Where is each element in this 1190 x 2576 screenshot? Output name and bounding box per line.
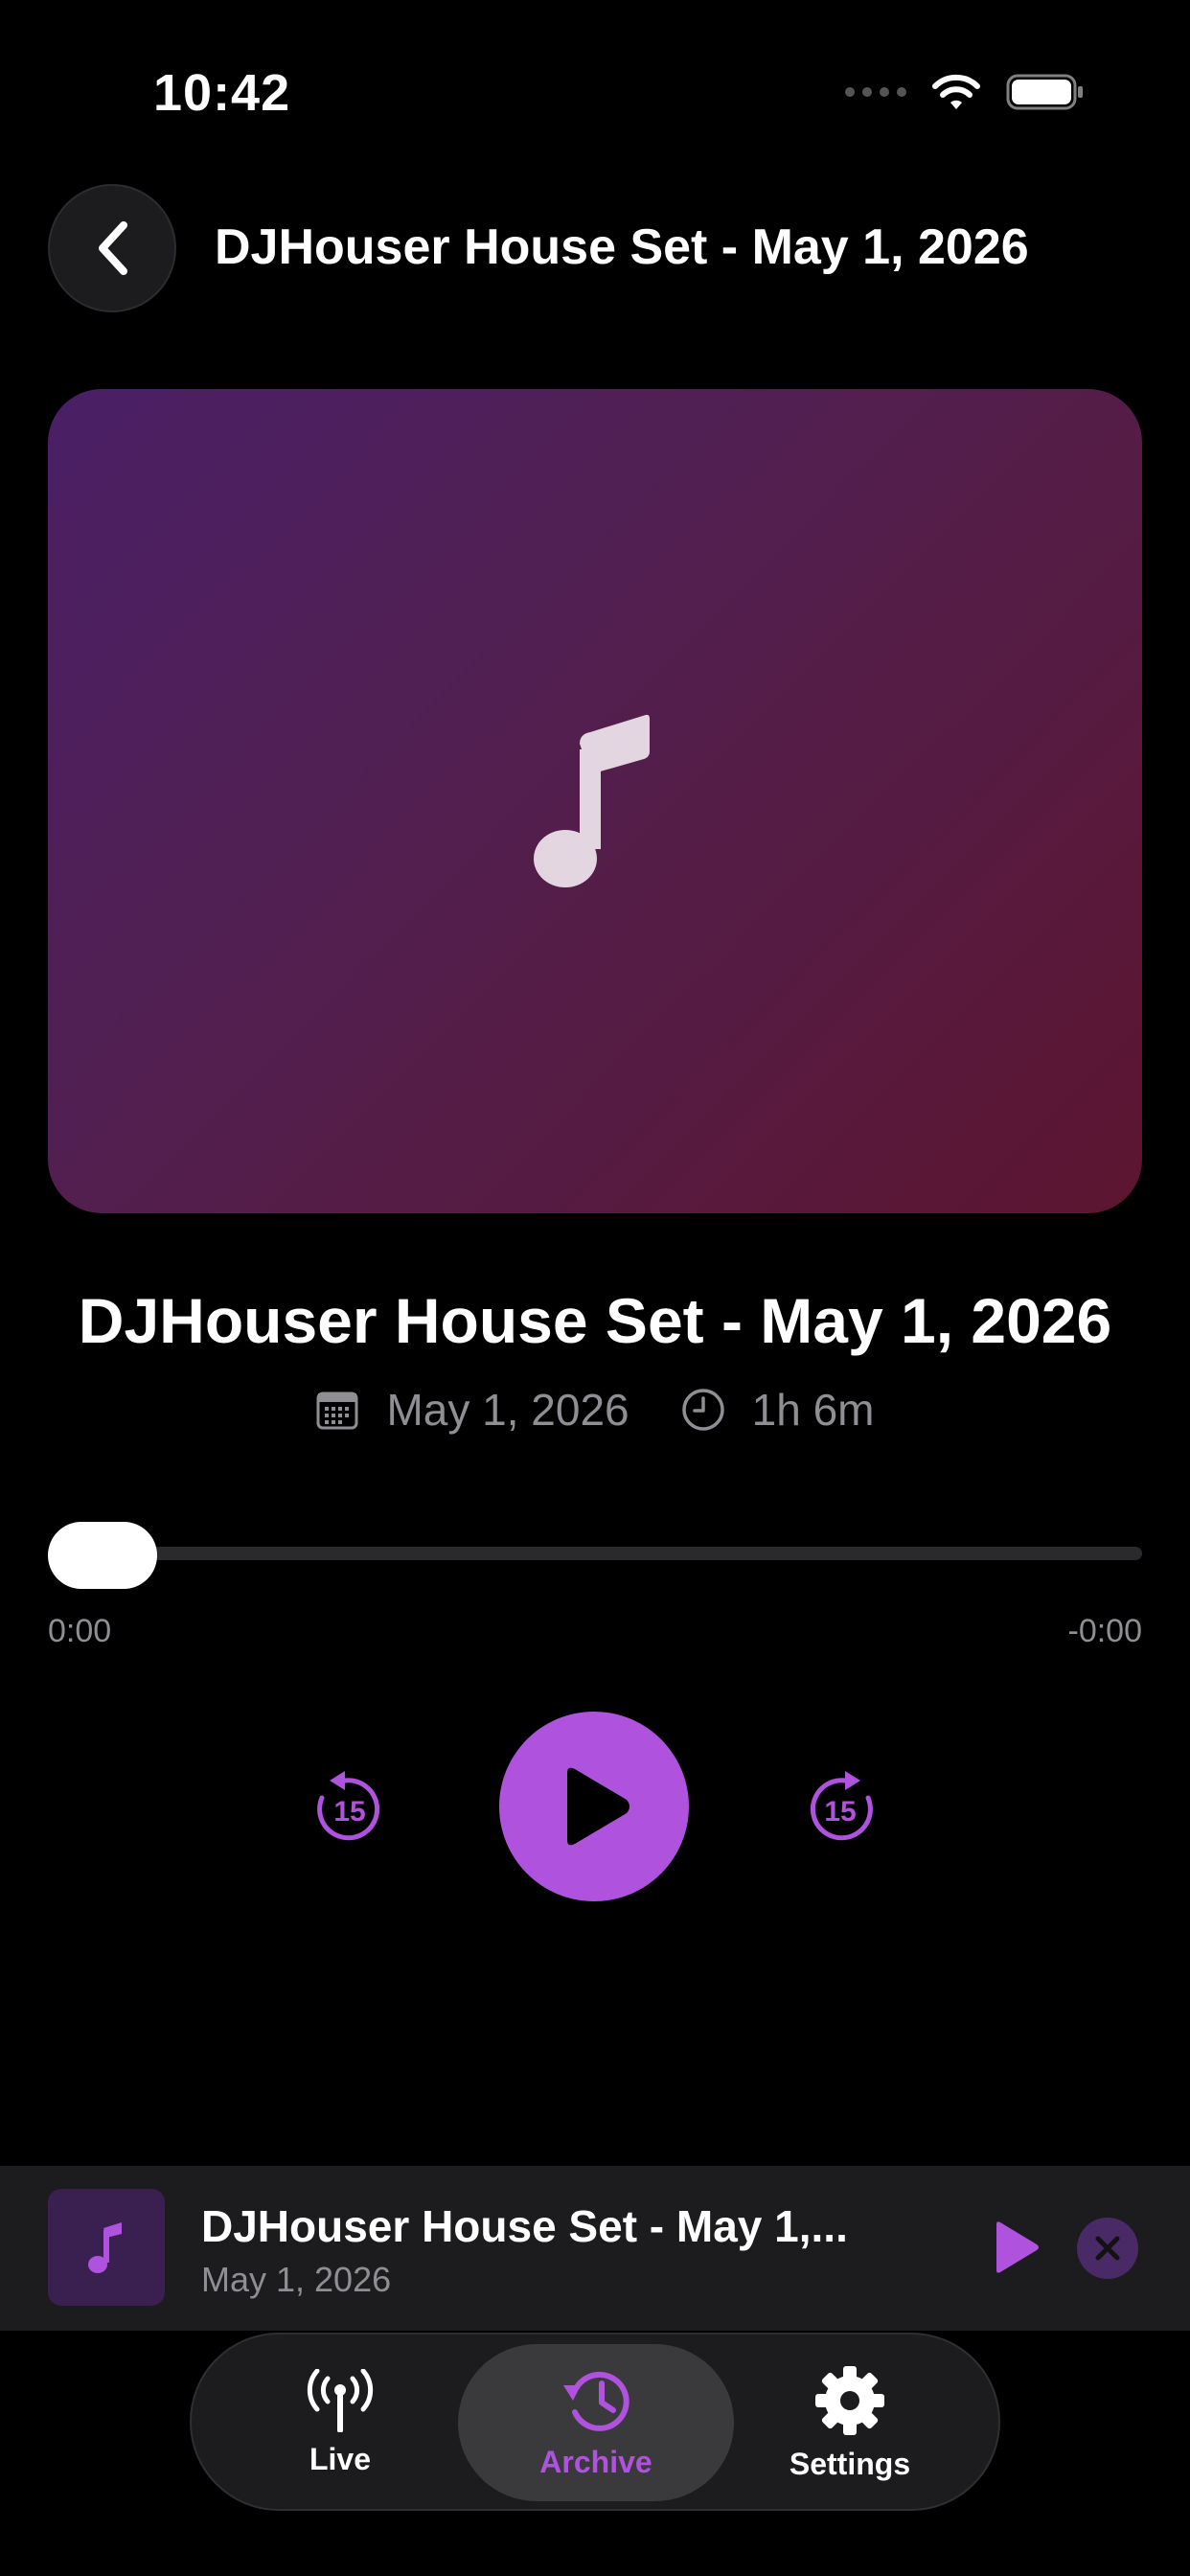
progress-thumb[interactable] [48, 1522, 157, 1589]
clock-icon [681, 1389, 724, 1431]
track-date: May 1, 2026 [386, 1385, 629, 1435]
elapsed-time: 0:00 [48, 1613, 112, 1649]
broadcast-icon [307, 2368, 374, 2432]
chevron-left-icon [99, 221, 127, 275]
calendar-icon [316, 1392, 358, 1430]
back-button[interactable] [48, 184, 176, 312]
track-meta: May 1, 2026 1h 6m [0, 1384, 1190, 1436]
remaining-time: -0:00 [1067, 1613, 1143, 1649]
tab-archive-label: Archive [539, 2444, 652, 2479]
album-artwork [48, 389, 1142, 1213]
music-note-icon [534, 714, 650, 887]
mini-player-subtitle: May 1, 2026 [201, 2260, 392, 2299]
gear-icon [815, 2365, 884, 2435]
play-button[interactable] [499, 1712, 689, 1901]
skip-back-label: 15 [333, 1796, 365, 1828]
play-icon [567, 1767, 629, 1846]
header-title: DJHouser House Set - May 1, 2026 [215, 219, 1029, 275]
skip-back-15-icon: 15 [317, 1771, 380, 1841]
mini-player-artwork [48, 2189, 165, 2306]
play-icon [996, 2221, 1039, 2273]
tab-live[interactable]: Live [230, 2344, 450, 2501]
battery-icon [1006, 74, 1083, 110]
skip-forward-15-icon: 15 [810, 1771, 873, 1841]
duration-meta: 1h 6m [681, 1384, 875, 1436]
skip-back-button[interactable]: 15 [309, 1767, 389, 1848]
track-title: DJHouser House Set - May 1, 2026 [78, 1285, 1112, 1356]
tab-live-label: Live [309, 2441, 372, 2476]
tab-bar: Live Archive Settings [190, 2333, 1000, 2511]
close-icon [1095, 2236, 1120, 2261]
progress-track[interactable] [48, 1547, 1142, 1560]
tab-settings[interactable]: Settings [740, 2344, 960, 2501]
wifi-icon [932, 74, 980, 109]
status-icons [845, 73, 1085, 111]
tab-archive[interactable]: Archive [458, 2344, 734, 2501]
mini-play-button[interactable] [985, 2216, 1048, 2279]
music-note-icon [88, 2222, 122, 2273]
skip-forward-button[interactable]: 15 [801, 1767, 881, 1848]
track-duration: 1h 6m [751, 1385, 875, 1435]
status-time: 10:42 [153, 64, 291, 122]
mini-close-button[interactable] [1077, 2218, 1138, 2279]
tab-settings-label: Settings [789, 2446, 911, 2481]
signal-icon [845, 87, 906, 97]
date-meta: May 1, 2026 [315, 1384, 629, 1436]
mini-player-title: DJHouser House Set - May 1,... [201, 2201, 848, 2251]
skip-forward-label: 15 [824, 1796, 856, 1828]
history-icon [563, 2371, 629, 2431]
